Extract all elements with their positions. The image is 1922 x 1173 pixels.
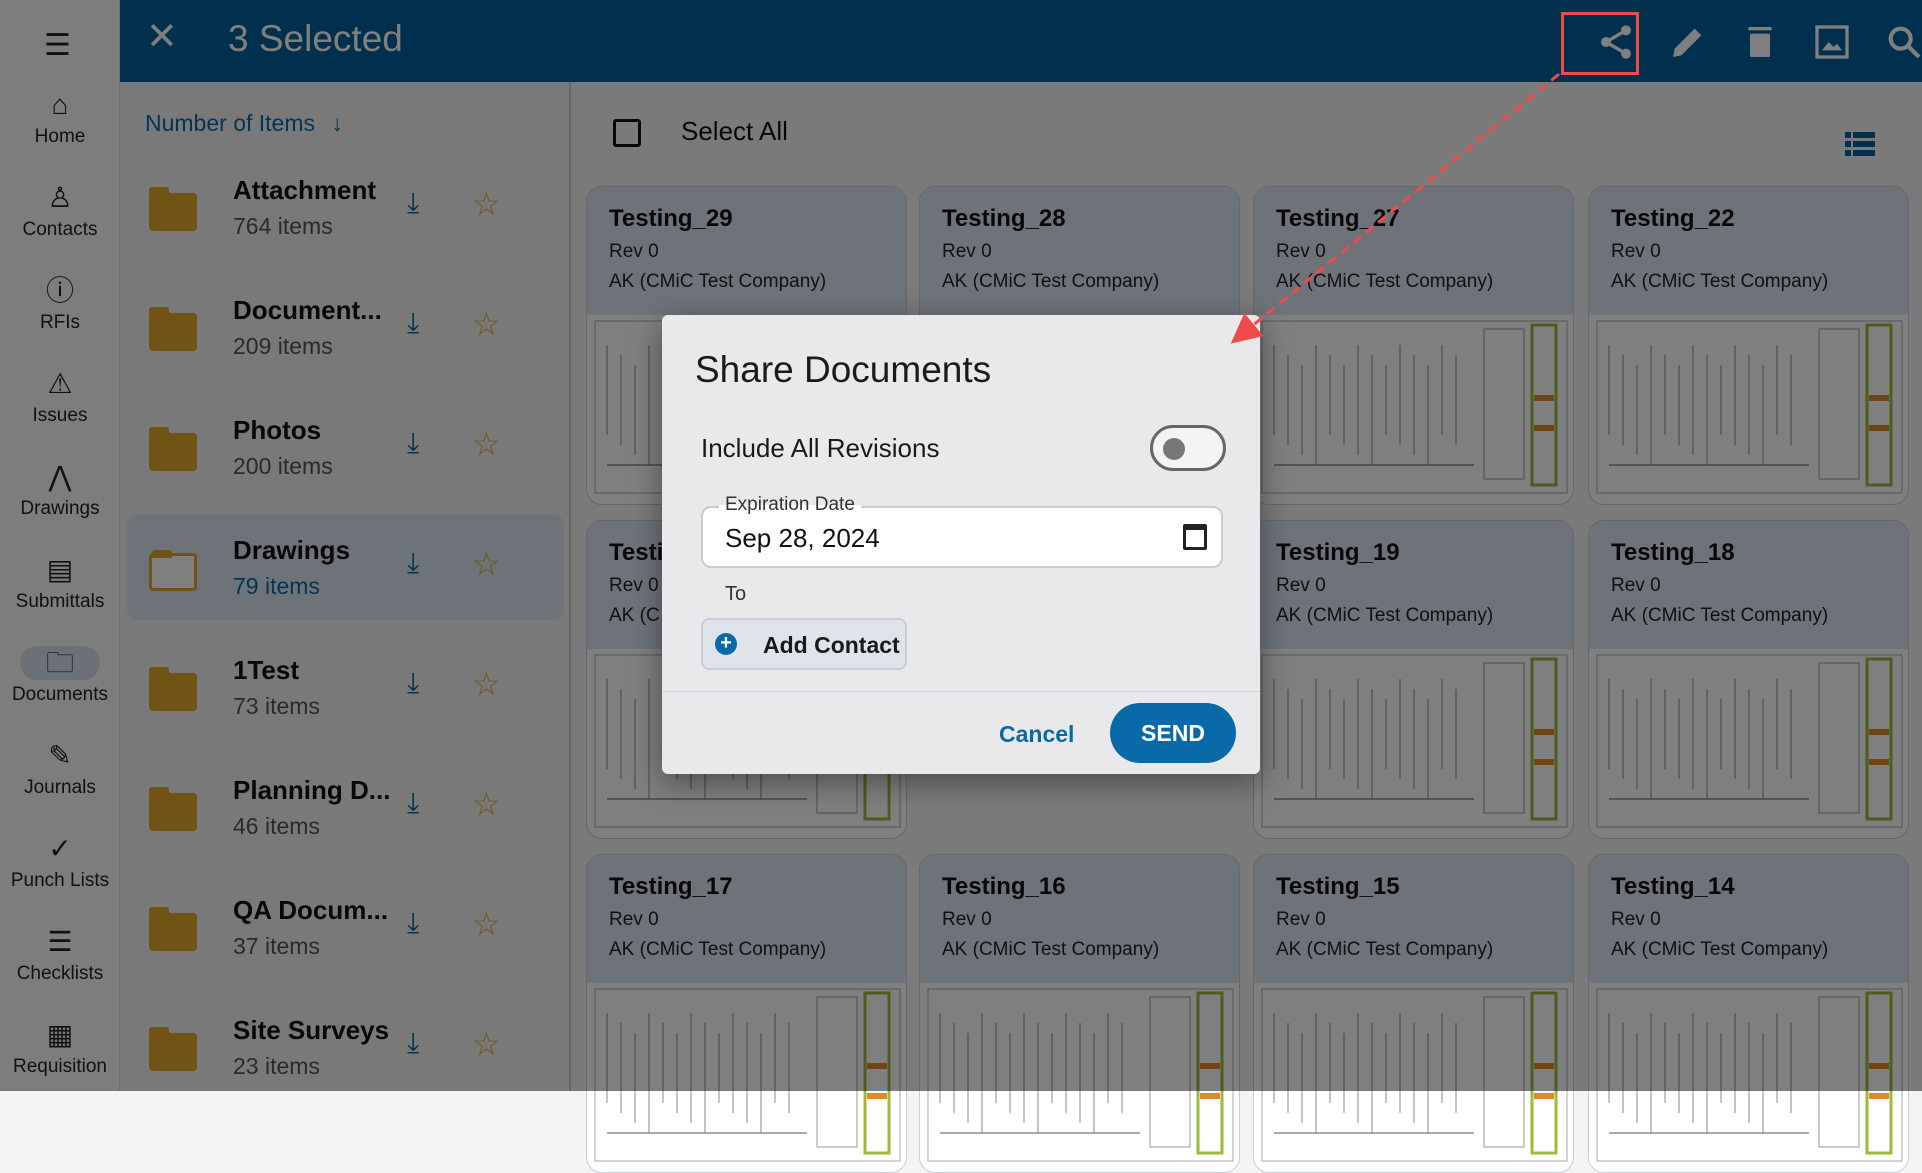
expiration-date-field[interactable]: Expiration Date Sep 28, 2024 <box>701 494 1223 568</box>
dialog-title: Share Documents <box>695 349 992 390</box>
toggle-knob <box>1163 438 1185 460</box>
send-button[interactable]: SEND <box>1110 703 1236 763</box>
include-revisions-label: Include All Revisions <box>701 433 940 463</box>
add-contact-label: Add Contact <box>763 632 900 658</box>
add-circle-icon: + <box>715 633 737 655</box>
expiration-date-label: Expiration Date <box>719 494 861 516</box>
to-label: To <box>725 583 747 605</box>
expiration-date-value: Sep 28, 2024 <box>725 523 880 553</box>
cancel-button[interactable]: Cancel <box>999 721 1074 748</box>
include-revisions-toggle[interactable] <box>1150 425 1226 471</box>
share-documents-dialog: Share Documents Include All Revisions Ex… <box>662 315 1260 774</box>
add-contact-button[interactable]: + Add Contact <box>701 618 907 670</box>
calendar-icon[interactable] <box>1183 524 1207 550</box>
dialog-divider <box>662 691 1260 692</box>
annotation-highlight-box <box>1561 12 1639 75</box>
